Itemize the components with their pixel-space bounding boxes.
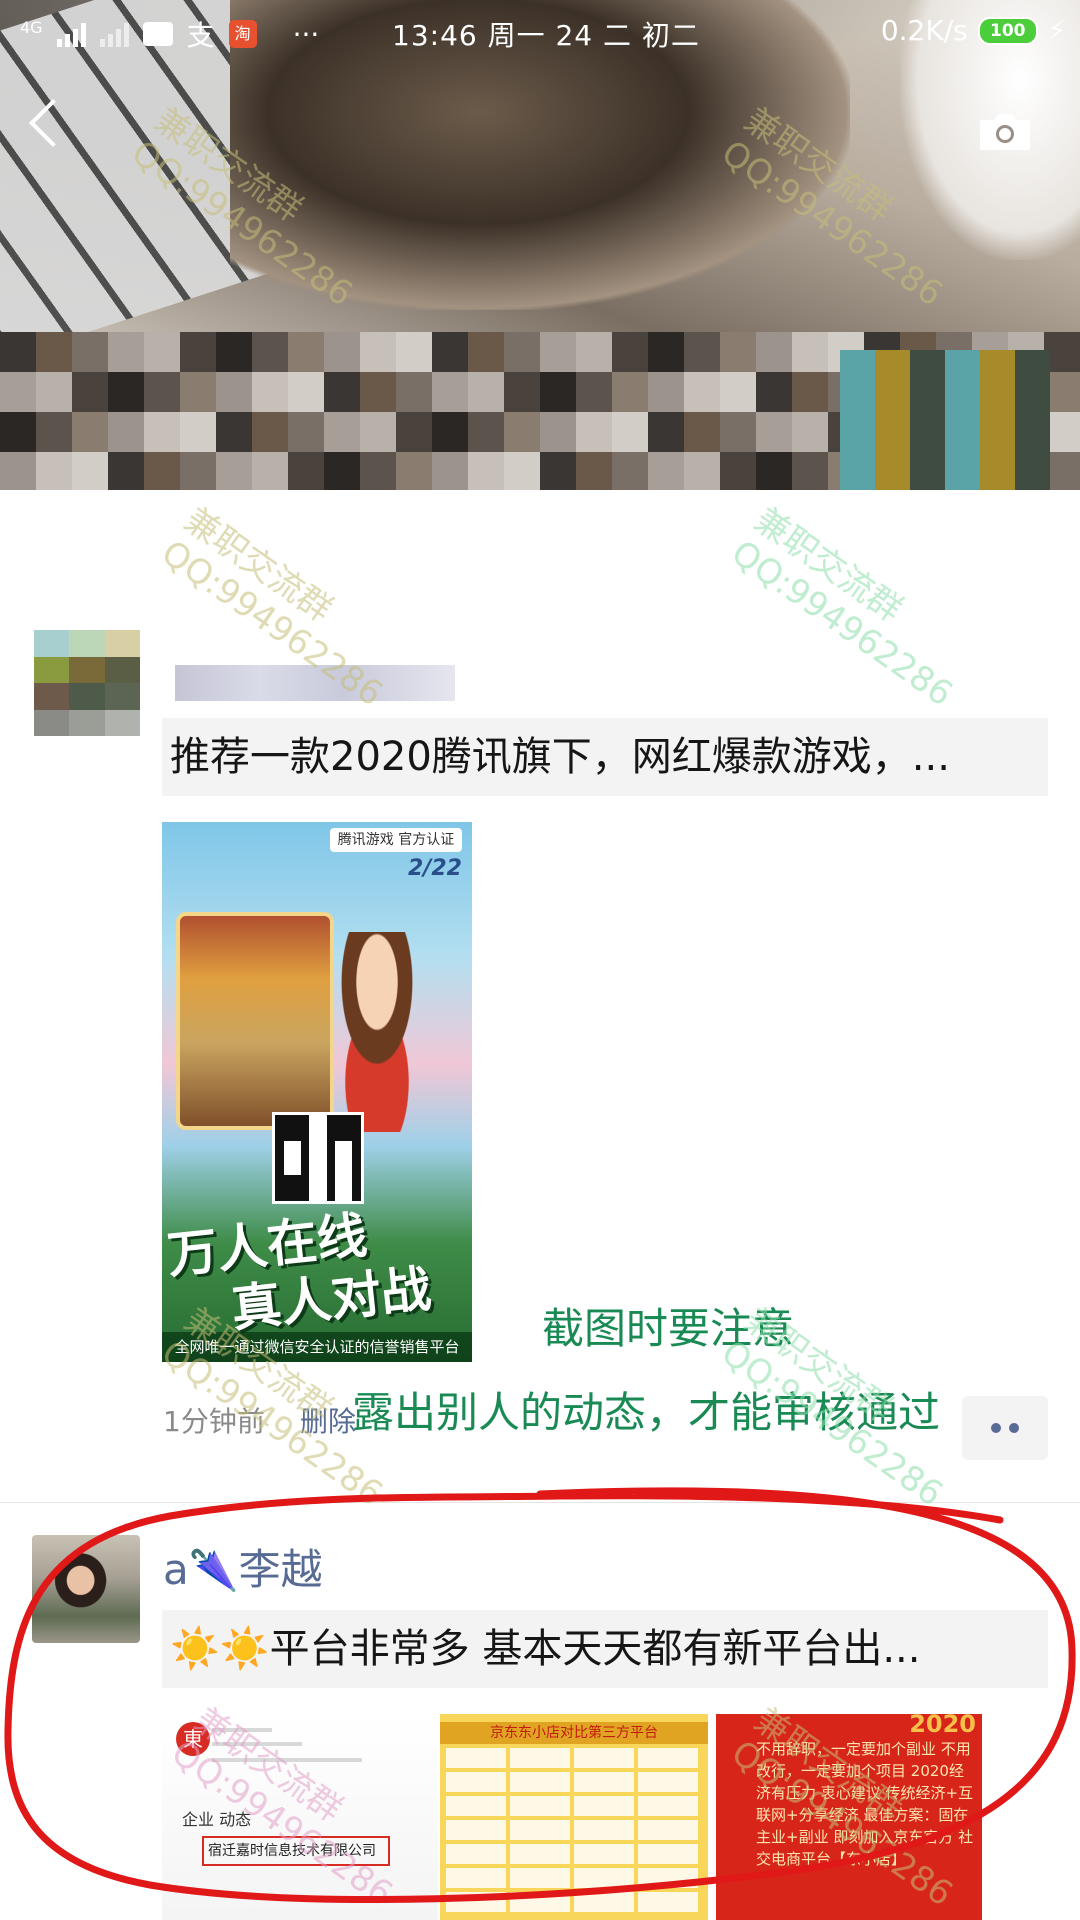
username[interactable]: a🌂李越 [163, 1540, 323, 1601]
company-name: 宿迁嘉时信息技术有限公司 [202, 1836, 390, 1866]
signal-icon [56, 21, 86, 47]
post-time: 1分钟前 [163, 1405, 265, 1438]
post-text-body: 平台非常多 基本天天都有新平台出... [269, 1626, 921, 1672]
alipay-icon: 支 [186, 19, 215, 52]
post-image-thumb[interactable]: 2020 不用辞职，一定要加个副业 不用改行，一定要加个项目 2020经济有压力… [716, 1714, 982, 1920]
more-notifications-icon: ··· [292, 17, 320, 51]
delete-link[interactable]: 删除 [300, 1400, 356, 1440]
thumb-tabs: 企业 动态 [182, 1810, 252, 1829]
username-prefix: a [163, 1545, 189, 1594]
taobao-icon: 淘 [228, 20, 257, 48]
avatar[interactable] [34, 630, 140, 736]
sun-icon: ☀️☀️ [170, 1626, 270, 1672]
game-slogan: 万人在线 真人对战 [165, 1195, 472, 1346]
text-line [212, 1742, 302, 1746]
game-character-graphic [312, 932, 442, 1132]
status-bar: 4G 支 淘 ··· 13:46 周一 24 二 初二 0.2K/s 100 ⚡ [0, 0, 1080, 66]
text-line [212, 1758, 362, 1762]
game-page-number: 2/22 [408, 856, 462, 881]
post-image[interactable]: 腾讯游戏 官方认证 2/22 万人在线 真人对战 全网唯一通过微信安全认证的信誉… [162, 822, 472, 1362]
message-icon [142, 22, 173, 46]
post-text[interactable]: 推荐一款2020腾讯旗下，网红爆款游戏，... [162, 718, 1048, 796]
umbrella-icon: 🌂 [188, 1548, 239, 1594]
note-line2: 露出别人的动态，才能审核通过 [352, 1388, 941, 1437]
network-label: 4G [20, 18, 43, 37]
signal2-icon [99, 21, 129, 47]
divider [0, 1502, 1080, 1503]
text-line [212, 1728, 272, 1732]
post-image-thumb[interactable]: 京东东小店对比第三方平台 [440, 1714, 708, 1920]
avatar[interactable] [32, 1535, 140, 1643]
charging-icon: ⚡ [1047, 15, 1066, 46]
game-caption: 全网唯一通过微信安全认证的信誉销售平台 [162, 1332, 472, 1362]
clock: 13:46 周一 24 二 初二 [392, 19, 700, 52]
watermark-line1: 兼职交流群 [747, 500, 910, 631]
cover-photo[interactable] [0, 0, 1080, 490]
camera-icon[interactable] [978, 112, 1032, 152]
promo-text: 不用辞职，一定要加个副业 不用改行，一定要加个项目 2020经济有压力 衷心建议… [756, 1740, 974, 1868]
jd-badge: 東 [176, 1722, 210, 1756]
watermark: 兼职交流群 QQ:994962286 [724, 500, 983, 714]
dot-icon [1009, 1423, 1019, 1433]
net-speed: 0.2K/s [880, 14, 968, 47]
username-text: 李越 [238, 1545, 323, 1594]
tencent-games-logo: 腾讯游戏 官方认证 [330, 828, 462, 852]
post-image-thumb[interactable]: 東 企业 动态 宿迁嘉时信息技术有限公司 [162, 1714, 438, 1920]
comparison-table [446, 1748, 702, 1916]
watermark-line2: QQ:994962286 [724, 532, 960, 715]
watermark-line1: 兼职交流群 [177, 500, 340, 631]
own-avatar-mosaic[interactable] [840, 350, 1050, 490]
battery-icon: 100 [977, 16, 1038, 45]
post-text[interactable]: ☀️☀️平台非常多 基本天天都有新平台出... [162, 1610, 1048, 1688]
comparison-title: 京东东小店对比第三方平台 [440, 1722, 708, 1744]
comment-menu-button[interactable] [962, 1396, 1048, 1460]
game-card-graphic [176, 912, 334, 1130]
note-line1: 截图时要注意 [542, 1304, 795, 1353]
qr-code [272, 1112, 364, 1204]
username-blurred[interactable] [175, 665, 455, 701]
dot-icon [991, 1423, 1001, 1433]
year-label: 2020 [909, 1714, 976, 1738]
